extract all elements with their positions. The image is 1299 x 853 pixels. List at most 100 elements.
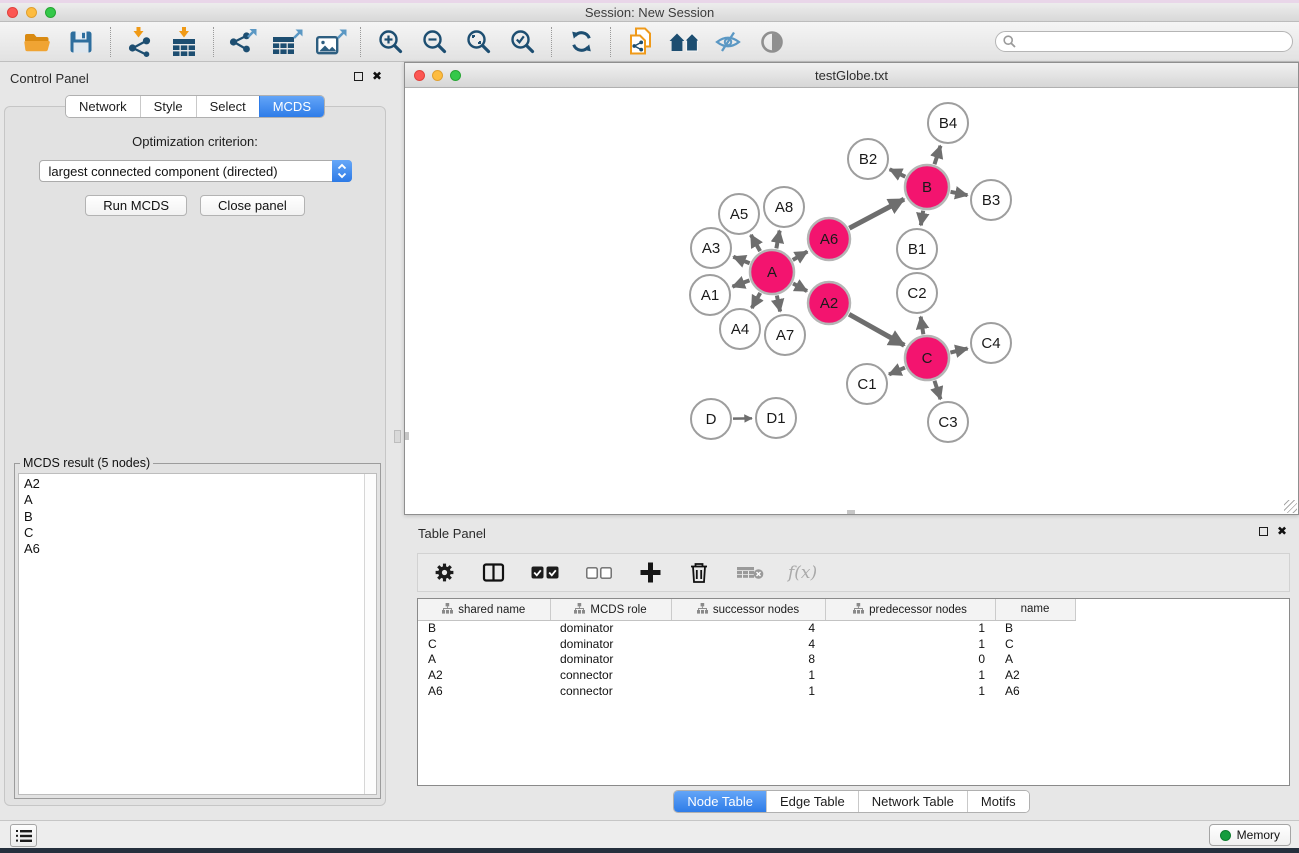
tab-edge-table[interactable]: Edge Table xyxy=(766,791,858,812)
node-B1[interactable]: B1 xyxy=(897,229,937,269)
export-table-button[interactable] xyxy=(271,26,303,58)
import-table-button[interactable] xyxy=(168,26,200,58)
delete-table-button[interactable] xyxy=(735,560,765,586)
refresh-button[interactable] xyxy=(565,26,597,58)
tab-node-table[interactable]: Node Table xyxy=(674,791,766,812)
node-C[interactable]: C xyxy=(905,336,949,380)
zoom-fit-button[interactable] xyxy=(462,26,494,58)
edge-C-C4[interactable] xyxy=(950,348,967,352)
node-C2[interactable]: C2 xyxy=(897,273,937,313)
minimize-window-button[interactable] xyxy=(26,7,37,18)
float-table-panel-icon[interactable] xyxy=(1259,527,1268,536)
table-row[interactable]: A6connector11A6 xyxy=(418,683,1289,699)
table-row[interactable]: Cdominator41C xyxy=(418,636,1289,652)
zoom-out-button[interactable] xyxy=(418,26,450,58)
export-network-button[interactable] xyxy=(227,26,259,58)
task-history-button[interactable] xyxy=(10,824,37,847)
result-list-scrollbar[interactable] xyxy=(364,474,376,794)
table-row[interactable]: Bdominator41B xyxy=(418,620,1289,636)
node-A4[interactable]: A4 xyxy=(720,309,760,349)
zoom-window-button[interactable] xyxy=(45,7,56,18)
table-row[interactable]: A2connector11A2 xyxy=(418,667,1289,683)
edge-A-A3[interactable] xyxy=(733,257,749,263)
zoom-in-button[interactable] xyxy=(374,26,406,58)
table-row[interactable]: Adominator80A xyxy=(418,651,1289,667)
network-canvas[interactable]: B4 B2 B B3 A5A8A6 A3 A B1 A1 A2 C2 A4A7 C4 C C1 C3 D D1 xyxy=(405,89,1298,514)
edge-A-A6[interactable] xyxy=(793,252,808,260)
node-C1[interactable]: C1 xyxy=(847,364,887,404)
hide-graphics-details-button[interactable] xyxy=(712,26,744,58)
node-A5[interactable]: A5 xyxy=(719,194,759,234)
float-panel-icon[interactable] xyxy=(354,72,363,81)
node-A2[interactable]: A2 xyxy=(808,282,850,324)
tab-network-table[interactable]: Network Table xyxy=(858,791,967,812)
edge-A-A2[interactable] xyxy=(793,283,807,291)
search-input[interactable] xyxy=(1020,35,1285,49)
tab-motifs[interactable]: Motifs xyxy=(967,791,1029,812)
node-C4[interactable]: C4 xyxy=(971,323,1011,363)
memory-button[interactable]: Memory xyxy=(1209,824,1291,846)
column-header-shared-name[interactable]: shared name xyxy=(418,599,550,620)
close-panel-icon[interactable]: ✖ xyxy=(372,71,382,81)
show-column-button[interactable] xyxy=(480,560,506,586)
node-B3[interactable]: B3 xyxy=(971,180,1011,220)
column-header-MCDS-role[interactable]: MCDS role xyxy=(550,599,671,620)
node-A7[interactable]: A7 xyxy=(765,315,805,355)
node-A6[interactable]: A6 xyxy=(808,218,850,260)
edge-B-B1[interactable] xyxy=(921,211,923,226)
edge-B-B3[interactable] xyxy=(951,192,968,195)
zoom-selected-button[interactable] xyxy=(506,26,538,58)
deselect-all-button[interactable] xyxy=(584,560,614,586)
node-C3[interactable]: C3 xyxy=(928,402,968,442)
table-settings-button[interactable] xyxy=(431,560,457,586)
node-B4[interactable]: B4 xyxy=(928,103,968,143)
edge-A-A7[interactable] xyxy=(777,296,780,312)
node-A8[interactable]: A8 xyxy=(764,187,804,227)
close-window-button[interactable] xyxy=(7,7,18,18)
mcds-result-item[interactable]: A6 xyxy=(24,541,359,557)
add-column-button[interactable] xyxy=(637,560,663,586)
node-A3[interactable]: A3 xyxy=(691,228,731,268)
mcds-result-item[interactable]: A xyxy=(24,492,359,508)
node-A1[interactable]: A1 xyxy=(690,275,730,315)
edge-C-C3[interactable] xyxy=(934,381,940,399)
mcds-result-item[interactable]: B xyxy=(24,509,359,525)
tab-style[interactable]: Style xyxy=(140,96,196,117)
import-network-button[interactable] xyxy=(124,26,156,58)
tab-network[interactable]: Network xyxy=(66,96,140,117)
node-B2[interactable]: B2 xyxy=(848,139,888,179)
close-table-panel-icon[interactable]: ✖ xyxy=(1277,526,1287,536)
column-header-predecessor-nodes[interactable]: predecessor nodes xyxy=(825,599,995,620)
edge-B-B2[interactable] xyxy=(890,169,906,176)
houses-button[interactable] xyxy=(668,26,700,58)
clone-network-button[interactable] xyxy=(624,26,656,58)
window-resize-grip[interactable] xyxy=(1284,500,1297,513)
tab-mcds[interactable]: MCDS xyxy=(259,96,324,117)
column-header-name[interactable]: name xyxy=(995,599,1075,620)
delete-column-button[interactable] xyxy=(686,560,712,586)
close-panel-button[interactable]: Close panel xyxy=(200,195,305,216)
edge-A-A1[interactable] xyxy=(733,280,750,286)
node-B[interactable]: B xyxy=(905,165,949,209)
mcds-result-item[interactable]: A2 xyxy=(24,476,359,492)
node-A[interactable]: A xyxy=(750,250,794,294)
edge-C-C1[interactable] xyxy=(889,368,905,375)
edge-C-C2[interactable] xyxy=(921,317,924,335)
node-D[interactable]: D xyxy=(691,399,731,439)
run-mcds-button[interactable]: Run MCDS xyxy=(85,195,187,216)
network-close-button[interactable] xyxy=(414,70,425,81)
edge-B-B4[interactable] xyxy=(934,146,940,164)
node-D1[interactable]: D1 xyxy=(756,398,796,438)
edge-A2-C[interactable] xyxy=(849,314,904,345)
open-session-button[interactable] xyxy=(21,26,53,58)
edge-A-A8[interactable] xyxy=(776,231,779,249)
save-session-button[interactable] xyxy=(65,26,97,58)
column-header-successor-nodes[interactable]: successor nodes xyxy=(671,599,825,620)
select-all-button[interactable] xyxy=(529,560,561,586)
network-window-titlebar[interactable]: testGlobe.txt xyxy=(405,63,1298,88)
mcds-result-item[interactable]: C xyxy=(24,525,359,541)
show-graphics-details-button[interactable] xyxy=(756,26,788,58)
tab-select[interactable]: Select xyxy=(196,96,259,117)
network-minimize-button[interactable] xyxy=(432,70,443,81)
edge-A-A5[interactable] xyxy=(751,235,760,251)
